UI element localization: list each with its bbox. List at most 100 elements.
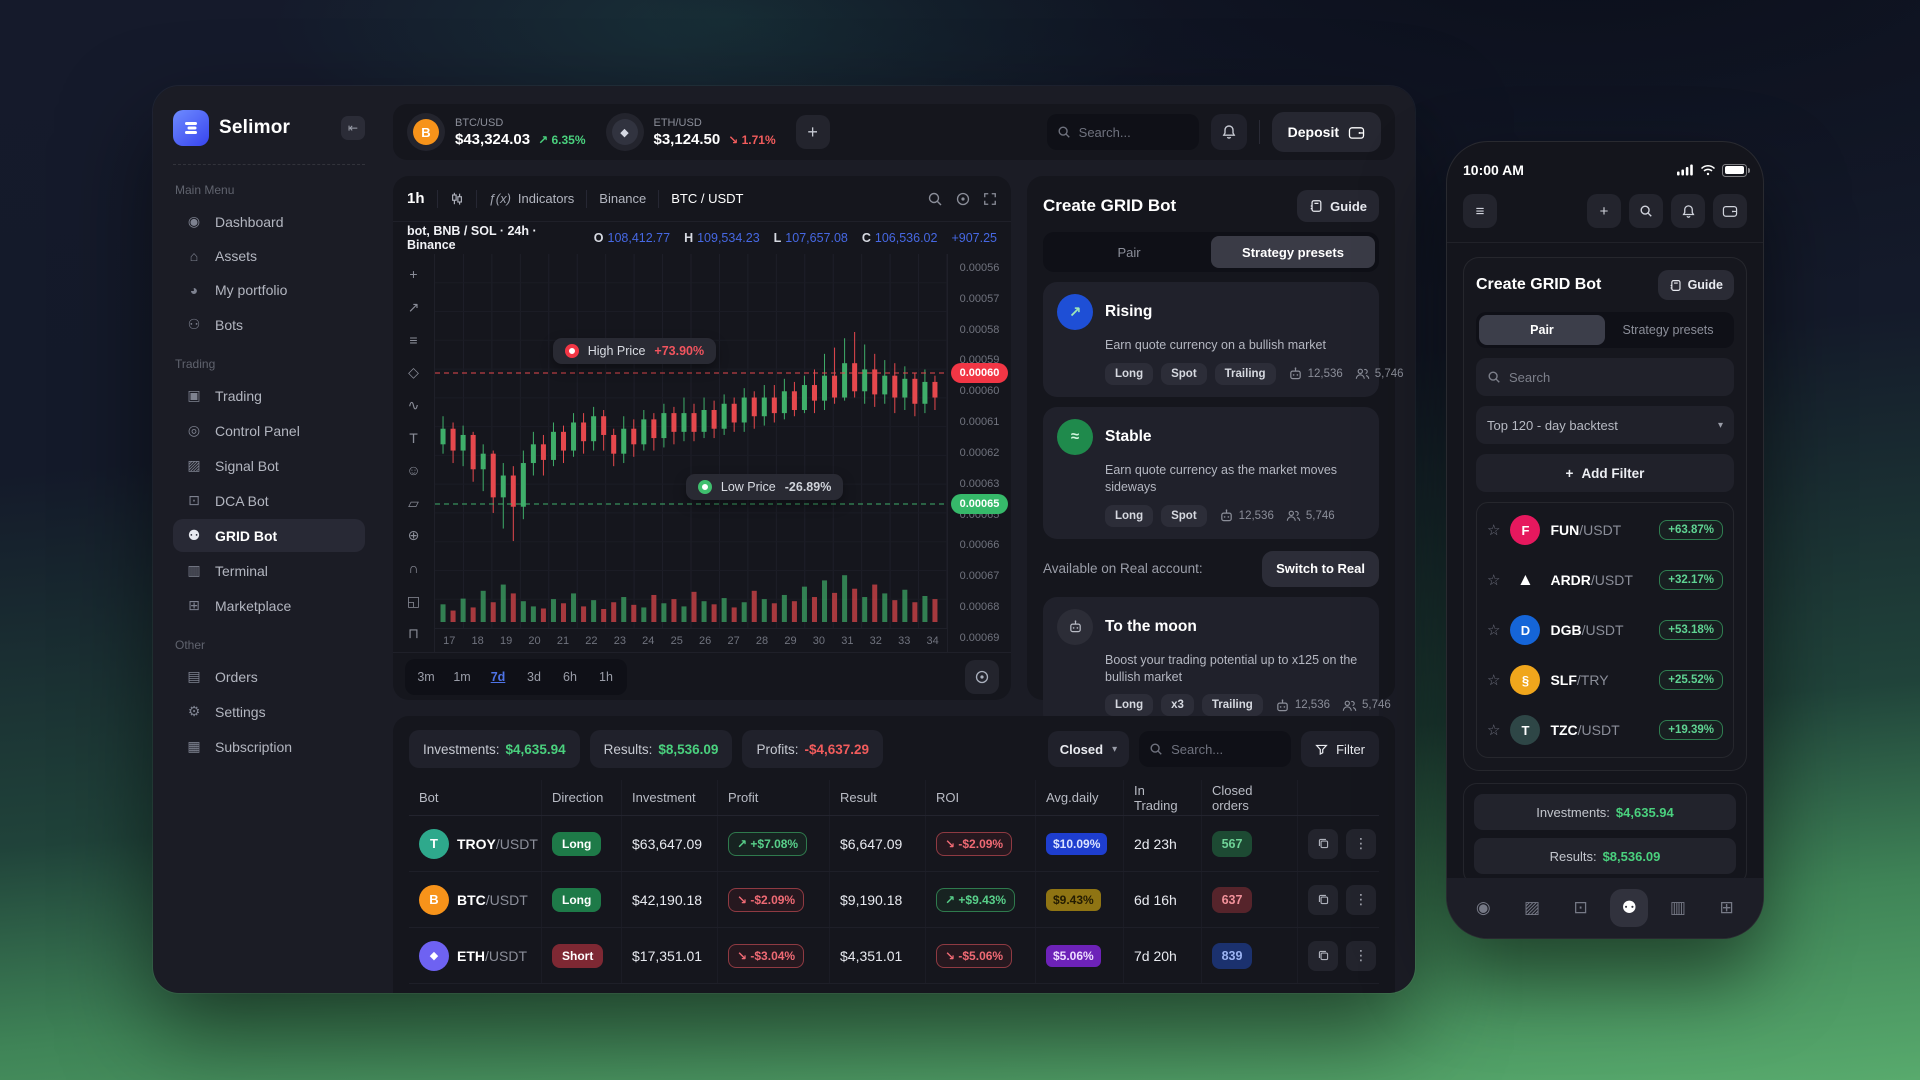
star-icon[interactable]: ☆ — [1487, 671, 1500, 689]
deposit-button[interactable]: Deposit — [1272, 112, 1381, 152]
ruler-icon[interactable]: ▱ — [403, 493, 425, 514]
add-button[interactable]: + — [1587, 194, 1621, 228]
fullscreen-icon[interactable] — [983, 192, 997, 206]
guide-button[interactable]: Guide — [1297, 190, 1379, 222]
menu-button[interactable]: ≡ — [1463, 194, 1497, 228]
pair-search[interactable]: Search — [1476, 358, 1734, 396]
filter-button[interactable]: Filter — [1301, 731, 1379, 767]
global-search[interactable] — [1047, 114, 1199, 150]
exchange-selector[interactable]: Binance — [599, 191, 646, 206]
timeframe-7d[interactable]: 7d — [481, 663, 515, 691]
lasso-icon[interactable]: ◇ — [403, 362, 425, 383]
chart-settings-icon[interactable] — [955, 191, 971, 207]
indicators-button[interactable]: ƒ(x) Indicators — [489, 191, 575, 206]
chart-timeframe[interactable]: 1h — [407, 190, 425, 207]
pair-row-tzc[interactable]: ☆TTZC/USDT+19.39% — [1487, 705, 1723, 755]
sidebar-item-my-portfolio[interactable]: ◕My portfolio — [173, 274, 365, 306]
notifications-button[interactable] — [1211, 114, 1247, 150]
chart-search-icon[interactable] — [927, 191, 943, 207]
timeframe-3d[interactable]: 3d — [517, 663, 551, 691]
switch-to-real-button[interactable]: Switch to Real — [1262, 551, 1379, 587]
star-icon[interactable]: ☆ — [1487, 571, 1500, 589]
copy-button[interactable] — [1308, 829, 1338, 859]
star-icon[interactable]: ☆ — [1487, 621, 1500, 639]
crosshair-icon[interactable]: + — [403, 264, 425, 285]
tabbar-grid-bot-icon[interactable]: ⚉ — [1610, 889, 1648, 927]
notifications-button[interactable] — [1671, 194, 1705, 228]
status-filter-dropdown[interactable]: Closed ▾ — [1048, 731, 1129, 767]
emoji-icon[interactable]: ☺ — [403, 460, 425, 481]
pair-row-ardr[interactable]: ☆▲ARDR/USDT+32.17% — [1487, 555, 1723, 605]
zoom-in-icon[interactable]: ⊕ — [403, 525, 425, 546]
guide-button[interactable]: Guide — [1658, 270, 1734, 300]
lock-icon[interactable]: ⊓ — [403, 623, 425, 644]
pair-row-dgb[interactable]: ☆DDGB/USDT+53.18% — [1487, 605, 1723, 655]
ticker-eth[interactable]: ◆ETH/USD$3,124.50↘ 1.71% — [606, 113, 776, 151]
tabbar-terminal-icon[interactable]: ▥ — [1659, 889, 1697, 927]
time-axis[interactable]: 171819202122232425262728293031323334 — [435, 628, 947, 652]
preset-card-to-the-moon[interactable]: To the moonBoost your trading potential … — [1043, 597, 1379, 729]
text-icon[interactable]: T — [403, 427, 425, 448]
chart-options-button[interactable] — [965, 660, 999, 694]
tabbar-dashboard-icon[interactable]: ◉ — [1464, 889, 1502, 927]
mobile-tab-strategy-presets[interactable]: Strategy presets — [1605, 315, 1731, 345]
sidebar-item-assets[interactable]: ⌂Assets — [173, 240, 365, 272]
timeframe-3m[interactable]: 3m — [409, 663, 443, 691]
sidebar-item-grid-bot[interactable]: ⚉GRID Bot — [173, 519, 365, 552]
table-row-eth[interactable]: ◆ETH/USDTShort$17,351.01↘ -$3.04%$4,351.… — [409, 928, 1379, 984]
wallet-button[interactable] — [1713, 194, 1747, 228]
brush-icon[interactable]: ∿ — [403, 395, 425, 416]
sidebar-item-subscription[interactable]: ▦Subscription — [173, 730, 365, 763]
pair-selector[interactable]: BTC / USDT — [671, 191, 743, 206]
sidebar-item-trading[interactable]: ▣Trading — [173, 379, 365, 412]
timeframe-1h[interactable]: 1h — [589, 663, 623, 691]
table-row-troy[interactable]: TTROY/USDTLong$63,647.09↗ +$7.08%$6,647.… — [409, 816, 1379, 872]
sidebar-item-dashboard[interactable]: ◉Dashboard — [173, 205, 365, 238]
ticker-btc[interactable]: BBTC/USD$43,324.03↗ 6.35% — [407, 113, 586, 151]
mobile-tab-pair[interactable]: Pair — [1479, 315, 1605, 345]
copy-button[interactable] — [1308, 885, 1338, 915]
pair-row-slf[interactable]: ☆§SLF/TRY+25.52% — [1487, 655, 1723, 705]
tab-strategy-presets[interactable]: Strategy presets — [1211, 236, 1375, 268]
pair-row-fun[interactable]: ☆FFUN/USDT+63.87% — [1487, 505, 1723, 555]
tabbar-dca-bot-icon[interactable]: ⊡ — [1562, 889, 1600, 927]
tabbar-signal-bot-icon[interactable]: ▨ — [1513, 889, 1551, 927]
more-options-button[interactable]: ⋮ — [1346, 885, 1376, 915]
star-icon[interactable]: ☆ — [1487, 521, 1500, 539]
more-options-button[interactable]: ⋮ — [1346, 941, 1376, 971]
candlestick-style-icon[interactable] — [450, 191, 464, 206]
trendline-icon[interactable]: ↗ — [403, 297, 425, 318]
sliders-icon[interactable]: ≡ — [403, 329, 425, 350]
preset-card-stable[interactable]: ≈StableEarn quote currency as the market… — [1043, 407, 1379, 539]
edit-icon[interactable]: ◱ — [403, 591, 425, 612]
copy-button[interactable] — [1308, 941, 1338, 971]
add-filter-button[interactable]: + Add Filter — [1476, 454, 1734, 492]
sidebar-item-control-panel[interactable]: ◎Control Panel — [173, 414, 365, 447]
sidebar-item-marketplace[interactable]: ⊞Marketplace — [173, 589, 365, 622]
collapse-sidebar-icon[interactable]: ⇤ — [341, 116, 365, 140]
tab-pair[interactable]: Pair — [1047, 236, 1211, 268]
tabbar-marketplace-icon[interactable]: ⊞ — [1708, 889, 1746, 927]
magnet-icon[interactable]: ∩ — [403, 558, 425, 579]
search-input[interactable] — [1079, 125, 1189, 140]
table-row-btc[interactable]: BBTC/USDTLong$42,190.18↘ -$2.09%$9,190.1… — [409, 872, 1379, 928]
ticker-change: ↗ 6.35% — [538, 133, 585, 147]
search-button[interactable] — [1629, 194, 1663, 228]
sidebar-item-terminal[interactable]: ▥Terminal — [173, 554, 365, 587]
sidebar-item-bots[interactable]: ⚇Bots — [173, 308, 365, 341]
add-ticker-button[interactable]: + — [796, 115, 830, 149]
timeframe-1m[interactable]: 1m — [445, 663, 479, 691]
positions-search-input[interactable] — [1171, 742, 1281, 757]
sidebar-item-dca-bot[interactable]: ⊡DCA Bot — [173, 484, 365, 517]
more-options-button[interactable]: ⋮ — [1346, 829, 1376, 859]
backtest-dropdown[interactable]: Top 120 - day backtest ▾ — [1476, 406, 1734, 444]
sidebar-item-settings[interactable]: ⚙Settings — [173, 695, 365, 728]
sidebar-item-signal-bot[interactable]: ▨Signal Bot — [173, 449, 365, 482]
star-icon[interactable]: ☆ — [1487, 721, 1500, 739]
sidebar-item-orders[interactable]: ▤Orders — [173, 660, 365, 693]
preset-card-rising[interactable]: ↗RisingEarn quote currency on a bullish … — [1043, 282, 1379, 397]
positions-search[interactable] — [1139, 731, 1291, 767]
candlestick-plot[interactable]: High Price +73.90% Low Price -26.89% — [435, 254, 947, 628]
timeframe-6h[interactable]: 6h — [553, 663, 587, 691]
price-axis[interactable]: 0.000560.000570.000580.000590.000600.000… — [947, 254, 1011, 652]
